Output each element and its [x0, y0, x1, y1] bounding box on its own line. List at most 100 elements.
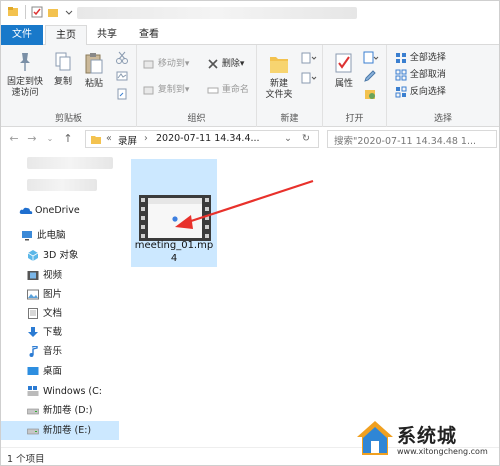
nav-downloads[interactable]: 下载 — [1, 323, 119, 342]
drive-icon — [27, 428, 39, 435]
file-list: meeting_01.mp 4 — [119, 151, 499, 447]
vertical-scrollbar[interactable] — [489, 151, 499, 447]
new-folder-icon — [270, 57, 288, 73]
paste-button[interactable]: 粘贴 — [79, 51, 109, 90]
properties-label: 属性 — [334, 79, 353, 89]
select-none-icon — [395, 69, 407, 80]
nav-label: OneDrive — [35, 205, 80, 216]
properties-button[interactable]: 属性 — [327, 51, 361, 90]
move-to-icon — [143, 60, 154, 68]
nav-label: 新加卷 (D:) — [43, 405, 93, 416]
new-group-label: 新建 — [280, 114, 299, 124]
navigation-pane: OneDrive 此电脑 3D 对象 视频 图片 文档 下载 音乐 桌面 Win… — [1, 151, 119, 447]
watermark: 系统城 www.xitongcheng.com — [353, 411, 500, 466]
nav-3d-objects[interactable]: 3D 对象 — [1, 246, 119, 265]
computer-icon — [22, 231, 32, 241]
up-arrow-icon[interactable]: ↑ — [61, 132, 75, 146]
nav-desktop[interactable]: 桌面 — [1, 362, 119, 381]
search-placeholder: 搜索"2020-07-11 14.34.48 1... — [334, 136, 477, 147]
app-icon — [8, 7, 18, 16]
nav-drive-d[interactable]: 新加卷 (D:) — [1, 401, 119, 420]
film-icon — [27, 271, 39, 280]
select-group: 全部选择 全部取消 反向选择 选择 — [387, 45, 499, 127]
delete-label: 删除▾ — [221, 59, 245, 69]
nav-music[interactable]: 音乐 — [1, 342, 119, 361]
new-folder-qa-icon[interactable] — [47, 6, 59, 18]
nav-label: 下载 — [43, 327, 63, 338]
breadcrumb-current-folder[interactable]: 2020-07-11 14.34.4... — [156, 133, 260, 144]
select-none-button[interactable]: 全部取消 — [395, 68, 446, 82]
address-bar[interactable]: « 录屏 › 2020-07-11 14.34.4... ⌄ ↻ — [85, 130, 319, 148]
copy-label: 复制 — [53, 77, 72, 87]
tab-home[interactable]: 主页 — [45, 25, 87, 46]
copy-to-label: 复制到▾ — [157, 85, 190, 95]
breadcrumb-recordings[interactable]: 录屏 — [118, 133, 137, 147]
copy-button[interactable]: 复制 — [49, 51, 77, 88]
tab-view[interactable]: 查看 — [131, 25, 167, 45]
document-icon — [28, 308, 38, 319]
rename-button[interactable]: 重命名 — [207, 83, 249, 97]
new-folder-button[interactable]: 新建 文件夹 — [259, 51, 299, 101]
select-all-button[interactable]: 全部选择 — [395, 51, 446, 65]
title-bar — [1, 1, 499, 25]
drive-icon — [27, 408, 39, 415]
edit-icon[interactable] — [363, 69, 377, 83]
select-all-icon — [396, 52, 406, 63]
watermark-title: 系统城 — [397, 425, 458, 447]
tab-file[interactable]: 文件 — [1, 25, 43, 45]
nav-label: 新加卷 (E:) — [43, 425, 92, 436]
search-box[interactable]: 搜索"2020-07-11 14.34.48 1... — [327, 130, 497, 148]
separator — [25, 5, 26, 19]
delete-x-icon — [208, 58, 218, 69]
nav-label: Windows (C: — [43, 386, 102, 397]
clipboard-group-label: 剪贴板 — [54, 114, 82, 124]
select-none-label: 全部取消 — [409, 70, 446, 80]
new-folder-label: 新建 文件夹 — [265, 79, 293, 100]
move-to-button[interactable]: 移动到▾ — [143, 57, 189, 71]
tab-share[interactable]: 共享 — [89, 25, 125, 45]
nav-documents[interactable]: 文档 — [1, 304, 119, 323]
nav-pictures[interactable]: 图片 — [1, 285, 119, 304]
ribbon-tabs: 文件 主页 共享 查看 — [1, 25, 499, 46]
organize-group-label: 组织 — [187, 114, 206, 124]
organize-group: 移动到▾ 复制到▾ 删除▾ 重命名 组织 — [137, 45, 257, 127]
chevron-down-icon[interactable] — [63, 6, 75, 18]
explorer-window: 文件 主页 共享 查看 固定到快 速访问 复制 粘贴 剪贴板 移动到▾ 复制到▾… — [0, 0, 500, 466]
cut-icon[interactable] — [115, 51, 129, 65]
nav-label: 桌面 — [43, 366, 63, 377]
refresh-icon[interactable]: ↻ — [302, 133, 310, 144]
clipboard-group: 固定到快 速访问 复制 粘贴 剪贴板 — [1, 45, 137, 127]
select-group-label: 选择 — [433, 114, 452, 124]
breadcrumb-overflow[interactable]: « — [106, 133, 112, 144]
nav-videos[interactable]: 视频 — [1, 266, 119, 285]
rename-label: 重命名 — [221, 85, 249, 95]
new-item-icon[interactable] — [301, 51, 317, 65]
picture-icon — [27, 289, 39, 300]
nav-label: 3D 对象 — [43, 250, 79, 261]
nav-this-pc[interactable]: 此电脑 — [1, 226, 119, 245]
item-count: 1 个项目 — [7, 454, 45, 465]
copy-to-icon — [143, 86, 154, 94]
address-dropdown-icon[interactable]: ⌄ — [284, 133, 292, 144]
nav-label: 此电脑 — [37, 230, 66, 241]
properties-check-icon[interactable] — [31, 6, 43, 18]
pin-icon — [20, 53, 30, 71]
open-icon[interactable] — [363, 51, 379, 65]
copy-path-icon[interactable] — [115, 69, 129, 83]
nav-drive-c[interactable]: Windows (C: — [1, 382, 119, 401]
easy-access-icon[interactable] — [301, 71, 317, 85]
recent-chevron-icon[interactable]: ⌄ — [43, 132, 57, 146]
history-icon[interactable] — [363, 87, 377, 101]
pin-quick-access-button[interactable]: 固定到快 速访问 — [3, 51, 47, 99]
nav-drive-e[interactable]: 新加卷 (E:) — [1, 421, 119, 440]
paste-shortcut-icon[interactable] — [115, 87, 129, 101]
invert-selection-button[interactable]: 反向选择 — [395, 85, 446, 99]
back-arrow-icon[interactable]: ← — [7, 132, 21, 146]
copy-to-button[interactable]: 复制到▾ — [143, 83, 189, 97]
nav-onedrive[interactable]: OneDrive — [1, 201, 119, 220]
move-to-label: 移动到▾ — [157, 59, 190, 69]
forward-arrow-icon[interactable]: → — [25, 132, 39, 146]
delete-button[interactable]: 删除▾ — [207, 57, 244, 71]
open-group-label: 打开 — [345, 114, 364, 124]
paste-icon — [85, 53, 103, 74]
